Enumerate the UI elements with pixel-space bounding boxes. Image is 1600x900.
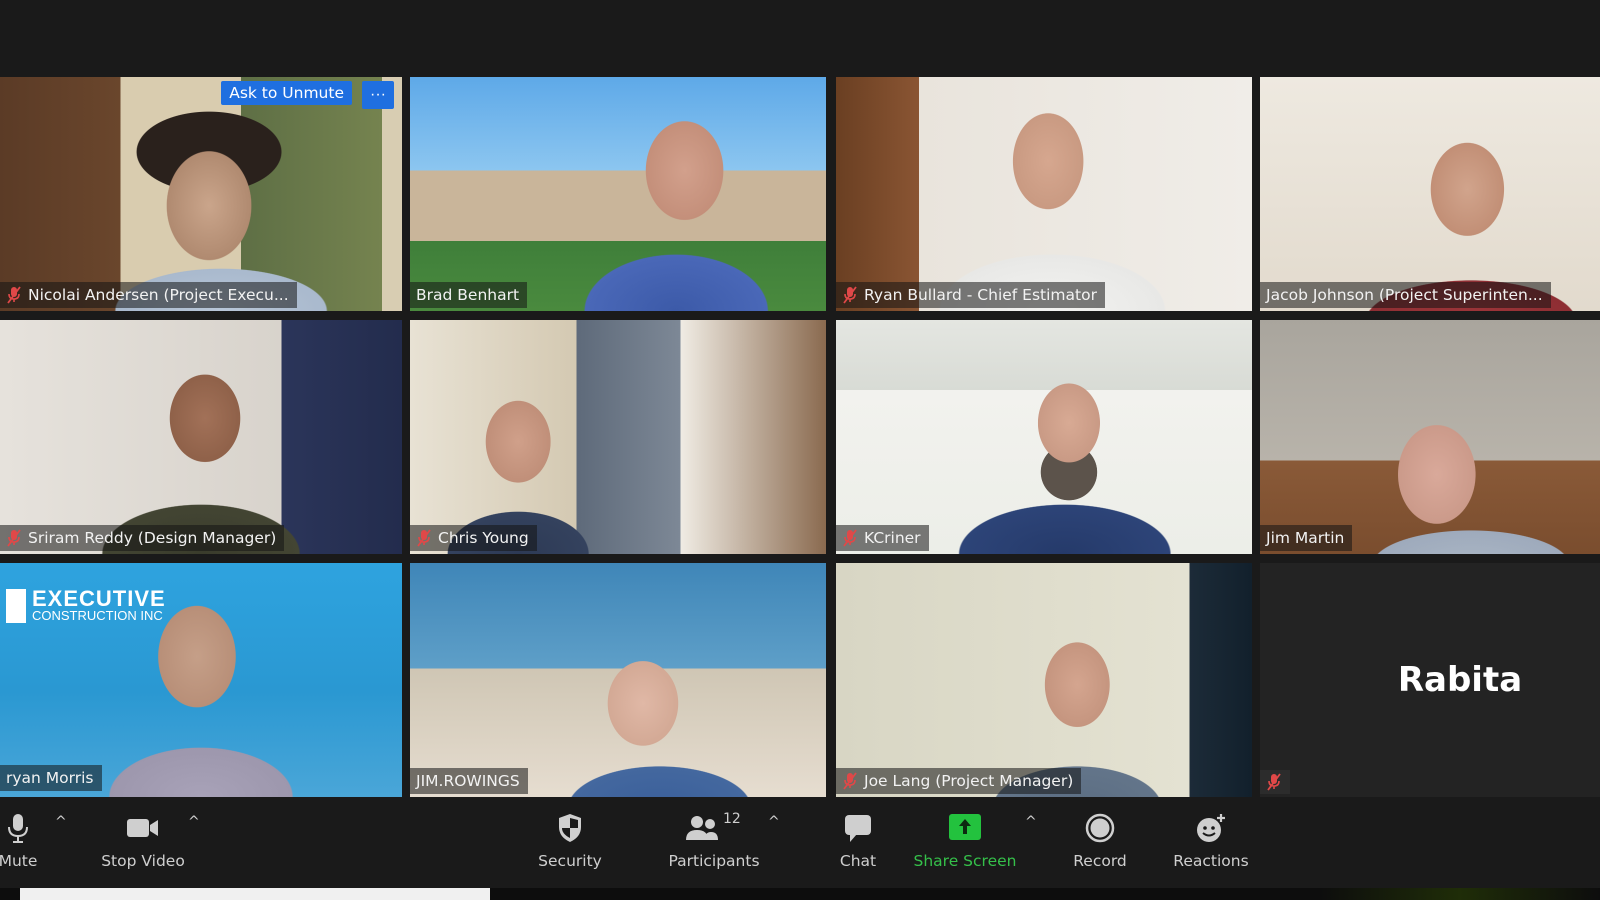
stop-video-label: Stop Video — [101, 852, 185, 870]
participant-tile[interactable]: Chris Young — [410, 320, 826, 554]
participant-tile[interactable]: Sriram Reddy (Design Manager) — [0, 320, 402, 554]
video-gallery: Ask to Unmute ··· Nicolai Andersen (Proj… — [0, 77, 1600, 799]
participant-nameplate: JIM.ROWINGS — [410, 768, 528, 794]
participant-video — [836, 77, 1252, 311]
participant-video — [1260, 320, 1600, 554]
record-icon — [1085, 813, 1115, 843]
participant-tile[interactable]: Joe Lang (Project Manager) — [836, 563, 1252, 797]
participant-nameplate — [1260, 770, 1290, 794]
share-screen-button[interactable]: Share Screen — [905, 800, 1025, 888]
mic-muted-icon — [416, 529, 432, 547]
security-label: Security — [538, 852, 602, 870]
participant-name: Ryan Bullard - Chief Estimator — [864, 286, 1097, 304]
audio-options-caret[interactable]: ^ — [55, 814, 67, 830]
share-options-caret[interactable]: ^ — [1025, 814, 1037, 830]
video-camera-icon — [127, 819, 158, 837]
ask-to-unmute-button[interactable]: Ask to Unmute — [221, 81, 352, 105]
security-button[interactable]: Security — [525, 800, 615, 888]
meeting-toolbar: Mute ^ Stop Video ^ Security 12 Particip… — [0, 800, 1600, 888]
share-screen-label: Share Screen — [913, 852, 1017, 870]
mic-muted-icon — [6, 286, 22, 304]
logo-mark-icon — [6, 589, 26, 623]
participant-nameplate: Jim Martin — [1260, 525, 1353, 551]
participant-count: 12 — [723, 811, 741, 827]
participant-tile-active-speaker[interactable]: EXECUTIVE CONSTRUCTION INC ryan Morris — [0, 563, 402, 797]
mic-muted-icon — [6, 529, 22, 547]
participant-video — [836, 320, 1252, 554]
logo-title: EXECUTIVE — [32, 586, 166, 611]
participant-nameplate: Joe Lang (Project Manager) — [836, 768, 1082, 794]
participant-name: ryan Morris — [6, 769, 94, 787]
participant-tile[interactable]: Jacob Johnson (Project Superinten... — [1260, 77, 1600, 311]
reactions-icon — [1197, 814, 1225, 842]
participant-tile[interactable]: Jim Martin — [1260, 320, 1600, 554]
participant-nameplate: Nicolai Andersen (Project Execu... — [0, 282, 297, 308]
os-taskbar — [0, 888, 1600, 900]
taskbar-search-box[interactable] — [20, 888, 490, 900]
record-label: Record — [1073, 852, 1127, 870]
participant-nameplate: Chris Young — [410, 525, 537, 551]
participant-video — [0, 77, 402, 311]
participant-name: Brad Benhart — [416, 286, 520, 304]
participant-video — [410, 77, 826, 311]
chat-bubble-icon — [845, 815, 871, 842]
participant-nameplate: Sriram Reddy (Design Manager) — [0, 525, 285, 551]
microphone-icon — [8, 814, 28, 843]
taskbar-tray-area — [1320, 888, 1600, 900]
participant-tile[interactable]: Ryan Bullard - Chief Estimator — [836, 77, 1252, 311]
chat-button[interactable]: Chat — [818, 800, 898, 888]
participant-tile-video-off[interactable]: Rabita — [1260, 563, 1600, 797]
chat-label: Chat — [839, 852, 877, 870]
reactions-button[interactable]: Reactions — [1165, 800, 1257, 888]
mic-muted-icon — [842, 529, 858, 547]
participant-name: Joe Lang (Project Manager) — [864, 772, 1074, 790]
participants-icon — [686, 816, 719, 840]
mic-muted-icon — [842, 772, 858, 790]
participant-video — [410, 320, 826, 554]
virtual-background-logo: EXECUTIVE CONSTRUCTION INC — [6, 586, 166, 623]
participant-name: KCriner — [864, 529, 921, 547]
participants-label: Participants — [668, 852, 760, 870]
participant-video — [410, 563, 826, 797]
participant-name: Sriram Reddy (Design Manager) — [28, 529, 277, 547]
participant-tile[interactable]: JIM.ROWINGS — [410, 563, 826, 797]
logo-subtitle: CONSTRUCTION INC — [32, 608, 163, 623]
participants-button[interactable]: 12 Participants — [655, 800, 773, 888]
mute-button[interactable]: Mute — [0, 800, 46, 888]
participant-nameplate: ryan Morris — [0, 765, 102, 791]
more-options-button[interactable]: ··· — [362, 81, 394, 109]
participant-display-name: Rabita — [1397, 660, 1523, 700]
participants-options-caret[interactable]: ^ — [768, 814, 780, 830]
participant-video — [836, 563, 1252, 797]
participant-nameplate: Jacob Johnson (Project Superinten... — [1260, 282, 1551, 308]
video-options-caret[interactable]: ^ — [188, 814, 200, 830]
participant-name: Chris Young — [438, 529, 529, 547]
participant-name: Nicolai Andersen (Project Execu... — [28, 286, 289, 304]
mute-label: Mute — [0, 852, 38, 870]
participant-nameplate: KCriner — [836, 525, 929, 551]
participant-name: Jacob Johnson (Project Superinten... — [1266, 286, 1543, 304]
participant-tile[interactable]: Brad Benhart — [410, 77, 826, 311]
share-screen-icon — [949, 814, 981, 840]
participant-name: Jim Martin — [1266, 529, 1345, 547]
participant-tile[interactable]: Ask to Unmute ··· Nicolai Andersen (Proj… — [0, 77, 402, 311]
mic-muted-icon — [1266, 773, 1282, 791]
participant-nameplate: Brad Benhart — [410, 282, 528, 308]
participant-video — [1260, 77, 1600, 311]
participant-video — [0, 320, 402, 554]
participant-nameplate: Ryan Bullard - Chief Estimator — [836, 282, 1105, 308]
participant-tile[interactable]: KCriner — [836, 320, 1252, 554]
mic-muted-icon — [842, 286, 858, 304]
participant-name: JIM.ROWINGS — [416, 772, 520, 790]
shield-icon — [559, 814, 581, 842]
record-button[interactable]: Record — [1060, 800, 1140, 888]
reactions-label: Reactions — [1173, 852, 1249, 870]
stop-video-button[interactable]: Stop Video — [95, 800, 191, 888]
